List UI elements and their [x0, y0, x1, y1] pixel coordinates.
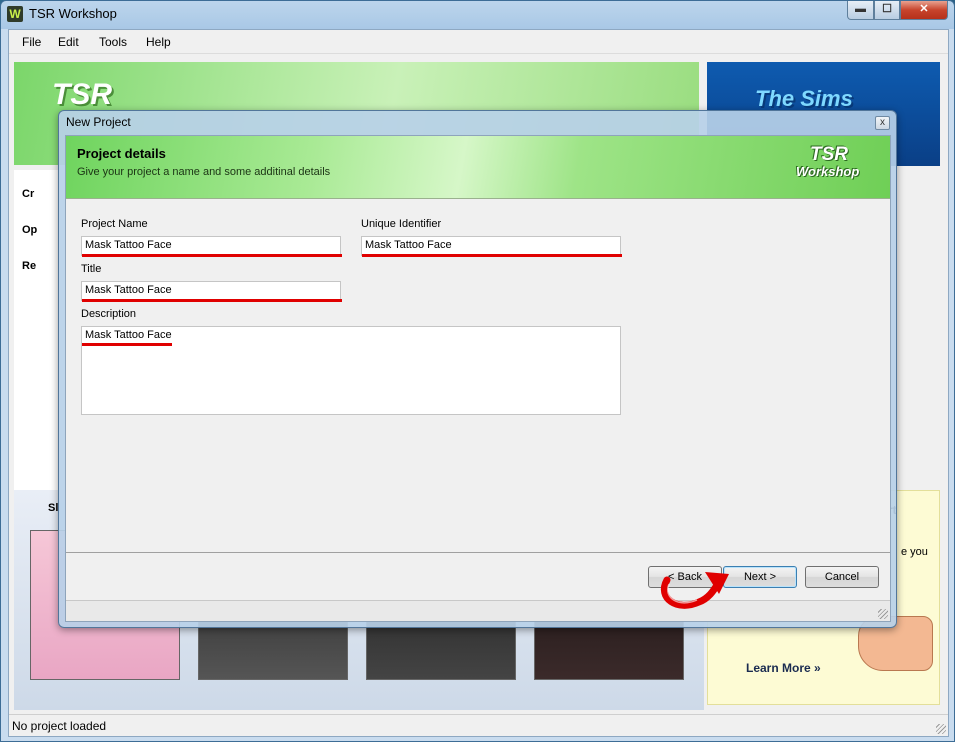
unique-identifier-label: Unique Identifier — [361, 218, 442, 230]
menu-help[interactable]: Help — [146, 35, 171, 49]
tsr-banner-logo: TSR — [52, 78, 112, 111]
close-window-button[interactable]: ✕ — [900, 1, 948, 20]
annotation-underline — [82, 254, 342, 257]
sims-logo: The Sims — [755, 86, 853, 111]
status-bar: No project loaded — [9, 714, 948, 736]
menu-tools[interactable]: Tools — [99, 35, 127, 49]
annotation-underline — [362, 254, 622, 257]
dialog-resize-grip[interactable] — [878, 609, 888, 619]
task-open[interactable]: Op — [22, 224, 37, 236]
maximize-button[interactable]: ☐ — [874, 1, 900, 20]
project-name-input[interactable]: Mask Tattoo Face — [81, 236, 341, 256]
logo-line1: TSR — [810, 144, 848, 165]
menu-file[interactable]: File — [22, 35, 41, 49]
annotation-underline — [82, 299, 342, 302]
cancel-button[interactable]: Cancel — [805, 566, 879, 588]
dialog-footer — [66, 600, 890, 621]
description-textarea[interactable]: Mask Tattoo Face — [81, 326, 621, 415]
new-project-dialog: New Project x Project details Give your … — [58, 110, 897, 628]
annotation-arrow-icon — [660, 572, 729, 609]
dialog-heading: Project details — [77, 146, 166, 161]
app-icon: W — [7, 6, 23, 22]
unique-identifier-input[interactable]: Mask Tattoo Face — [361, 236, 621, 256]
dialog-header: Project details Give your project a name… — [66, 136, 890, 199]
dialog-subheading: Give your project a name and some additi… — [77, 166, 331, 178]
dialog-close-button[interactable]: x — [875, 116, 890, 130]
annotation-underline — [82, 343, 172, 346]
status-text: No project loaded — [12, 719, 107, 733]
title-label: Title — [81, 263, 102, 275]
dialog-body: Project details Give your project a name… — [65, 135, 891, 622]
menu-bar: File Edit Tools Help — [9, 30, 948, 54]
title-bar: W TSR Workshop ▬ ☐ ✕ — [1, 1, 954, 27]
showcase-heading: Sl — [48, 502, 59, 514]
description-label: Description — [81, 308, 137, 320]
resize-grip[interactable] — [936, 724, 946, 734]
tsr-workshop-logo: TSR Workshop — [796, 144, 876, 190]
learn-more-link[interactable]: Learn More » — [746, 661, 821, 675]
window-title: TSR Workshop — [29, 6, 117, 21]
title-input[interactable]: Mask Tattoo Face — [81, 281, 341, 301]
dialog-title: New Project — [66, 115, 131, 129]
logo-line2: Workshop — [796, 164, 860, 179]
promo-text: e you — [901, 546, 928, 558]
project-name-label: Project Name — [81, 218, 148, 230]
minimize-button[interactable]: ▬ — [847, 1, 874, 20]
task-create[interactable]: Cr — [22, 188, 34, 200]
button-separator — [66, 552, 890, 553]
task-recent[interactable]: Re — [22, 260, 36, 272]
menu-edit[interactable]: Edit — [58, 35, 79, 49]
